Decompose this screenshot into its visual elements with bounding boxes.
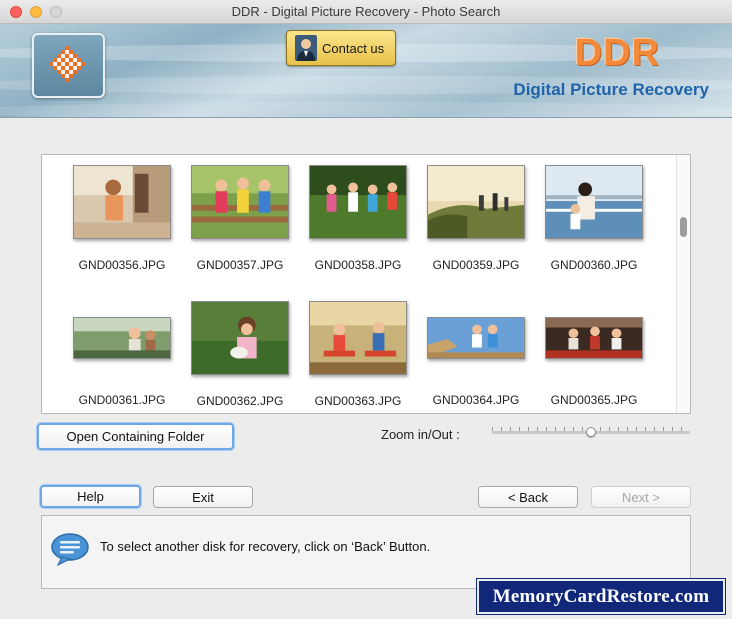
- photo-thumbnail[interactable]: [545, 165, 643, 239]
- photo-image: [428, 166, 524, 238]
- file-name: GND00363.JPG: [314, 394, 402, 408]
- slider-knob[interactable]: [586, 427, 596, 437]
- title-bar[interactable]: DDR - Digital Picture Recovery - Photo S…: [0, 0, 732, 24]
- contact-us-label: Contact us: [322, 40, 385, 56]
- support-person-icon: [295, 35, 317, 61]
- exit-button[interactable]: Exit: [153, 486, 253, 508]
- photo-image: [192, 302, 288, 374]
- gallery-item[interactable]: GND00360.JPG: [539, 165, 649, 272]
- gallery-item[interactable]: GND00356.JPG: [67, 165, 177, 272]
- gallery-item[interactable]: GND00363.JPG: [303, 301, 413, 408]
- photo-thumbnail[interactable]: [73, 317, 171, 359]
- photo-thumbnail[interactable]: [309, 165, 407, 239]
- gallery-item[interactable]: GND00361.JPG: [67, 301, 177, 407]
- checker-logo-icon: [49, 46, 85, 82]
- zoom-label: Zoom in/Out :: [381, 427, 460, 442]
- photo-image: [74, 166, 170, 238]
- app-header: Contact us DDR Digital Picture Recovery: [0, 24, 732, 118]
- photo-thumbnail[interactable]: [545, 317, 643, 359]
- photo-image: [310, 166, 406, 238]
- photo-image: [74, 318, 170, 358]
- gallery-item[interactable]: GND00362.JPG: [185, 301, 295, 408]
- photo-image: [546, 318, 642, 358]
- speech-bubble-icon: [51, 533, 89, 566]
- file-name: GND00362.JPG: [196, 394, 284, 408]
- file-name: GND00357.JPG: [196, 258, 284, 272]
- photo-thumbnail[interactable]: [427, 317, 525, 359]
- file-name: GND00356.JPG: [78, 258, 166, 272]
- gallery-item[interactable]: GND00357.JPG: [185, 165, 295, 272]
- photo-thumbnail[interactable]: [73, 165, 171, 239]
- next-button[interactable]: Next >: [591, 486, 691, 508]
- brand-subtitle: Digital Picture Recovery: [513, 80, 709, 99]
- photo-image: [192, 166, 288, 238]
- info-panel: To select another disk for recovery, cli…: [41, 515, 691, 589]
- file-name: GND00358.JPG: [314, 258, 402, 272]
- photo-thumbnail[interactable]: [191, 165, 289, 239]
- file-name: GND00360.JPG: [550, 258, 638, 272]
- gallery-scrollbar[interactable]: [676, 155, 690, 413]
- file-name: GND00365.JPG: [550, 393, 638, 407]
- help-button[interactable]: Help: [40, 485, 141, 508]
- file-name: GND00361.JPG: [78, 393, 166, 407]
- brand-title: DDR: [574, 32, 660, 74]
- photo-thumbnail[interactable]: [309, 301, 407, 375]
- photo-image: [428, 318, 524, 358]
- file-name: GND00364.JPG: [432, 393, 520, 407]
- scrollbar-thumb[interactable]: [680, 217, 687, 237]
- photo-image: [546, 166, 642, 238]
- window-title: DDR - Digital Picture Recovery - Photo S…: [231, 4, 501, 19]
- photo-gallery[interactable]: GND00356.JPG GND00357.JPG GND00358.JPG G…: [41, 154, 691, 414]
- photo-thumbnail[interactable]: [191, 301, 289, 375]
- info-message: To select another disk for recovery, cli…: [100, 539, 431, 554]
- gallery-item[interactable]: GND00365.JPG: [539, 301, 649, 407]
- file-name: GND00359.JPG: [432, 258, 520, 272]
- watermark-banner: MemoryCardRestore.com: [477, 579, 725, 614]
- back-button[interactable]: < Back: [478, 486, 578, 508]
- header-wave: [0, 102, 732, 117]
- app-logo: [32, 33, 105, 98]
- contact-us-button[interactable]: Contact us: [286, 30, 396, 66]
- photo-image: [310, 302, 406, 374]
- gallery-item[interactable]: GND00358.JPG: [303, 165, 413, 272]
- photo-thumbnail[interactable]: [427, 165, 525, 239]
- app-window: DDR - Digital Picture Recovery - Photo S…: [0, 0, 732, 619]
- gallery-item[interactable]: GND00364.JPG: [421, 301, 531, 407]
- open-containing-folder-button[interactable]: Open Containing Folder: [37, 423, 234, 450]
- zoom-slider[interactable]: [492, 425, 690, 441]
- gallery-item[interactable]: GND00359.JPG: [421, 165, 531, 272]
